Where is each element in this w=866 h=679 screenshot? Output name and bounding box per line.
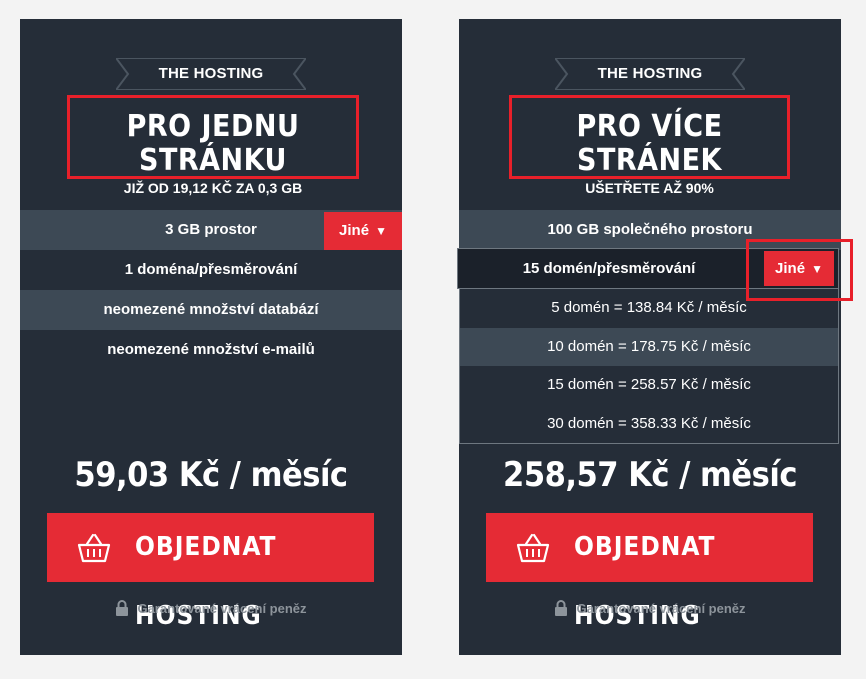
dropdown-button-highlight-box [746, 239, 853, 301]
lock-icon [555, 600, 568, 616]
pricing-card-single: THE HOSTING PRO JEDNU STRÁNKU JIŽ OD 19,… [20, 19, 402, 655]
order-hosting-button[interactable]: OBJEDNAT HOSTING [47, 513, 374, 631]
price: 59,03 Kč / měsíc [74, 455, 348, 495]
plan-subtitle: UŠETŘETE AŽ 90% [585, 180, 714, 196]
brand-label: THE HOSTING [597, 65, 703, 82]
order-hosting-button[interactable]: OBJEDNAT HOSTING [486, 513, 813, 631]
dropdown-option[interactable]: 10 domén = 178.75 Kč / měsíc [460, 327, 838, 366]
order-button-label: OBJEDNAT HOSTING [135, 532, 277, 631]
dropdown-option[interactable]: 30 domén = 358.33 Kč / měsíc [460, 405, 838, 444]
dropdown-option[interactable]: 15 domén = 258.57 Kč / měsíc [460, 366, 838, 405]
order-button-label: OBJEDNAT HOSTING [574, 532, 716, 631]
basket-icon [516, 533, 550, 563]
brand-ribbon: THE HOSTING [555, 58, 745, 90]
title-highlight-box: PRO VÍCE STRÁNEK UŠETŘETE AŽ 90% [509, 95, 790, 196]
triangle-down-icon: ▼ [375, 224, 387, 238]
price: 258,57 Kč / měsíc [503, 455, 797, 495]
dropdown-options-list: 5 domén = 138.84 Kč / měsíc 10 domén = 1… [459, 289, 839, 444]
lock-icon [116, 600, 129, 616]
dropdown-selected-value: 15 domén/přesměrování [522, 260, 696, 277]
feature-databases: neomezené množství databází [20, 290, 402, 330]
guarantee-note: Garantované vrácení peněz [459, 600, 841, 616]
plan-subtitle: JIŽ OD 19,12 KČ ZA 0,3 GB [123, 180, 303, 196]
pricing-card-multi: THE HOSTING PRO VÍCE STRÁNEK UŠETŘETE AŽ… [457, 19, 841, 655]
plan-title: PRO JEDNU STRÁNKU [126, 109, 300, 178]
brand-label: THE HOSTING [158, 65, 264, 82]
feature-emails: neomezené množství e-mailů [107, 341, 315, 358]
feature-domains: 1 doména/přesměrování [124, 261, 298, 278]
other-options-button[interactable]: Jiné ▼ [324, 212, 402, 250]
plan-title: PRO VÍCE STRÁNEK [576, 109, 723, 178]
guarantee-note: Garantované vrácení peněz [20, 600, 402, 616]
basket-icon [77, 533, 111, 563]
title-highlight-box: PRO JEDNU STRÁNKU JIŽ OD 19,12 KČ ZA 0,3… [67, 95, 359, 196]
brand-ribbon: THE HOSTING [116, 58, 306, 90]
